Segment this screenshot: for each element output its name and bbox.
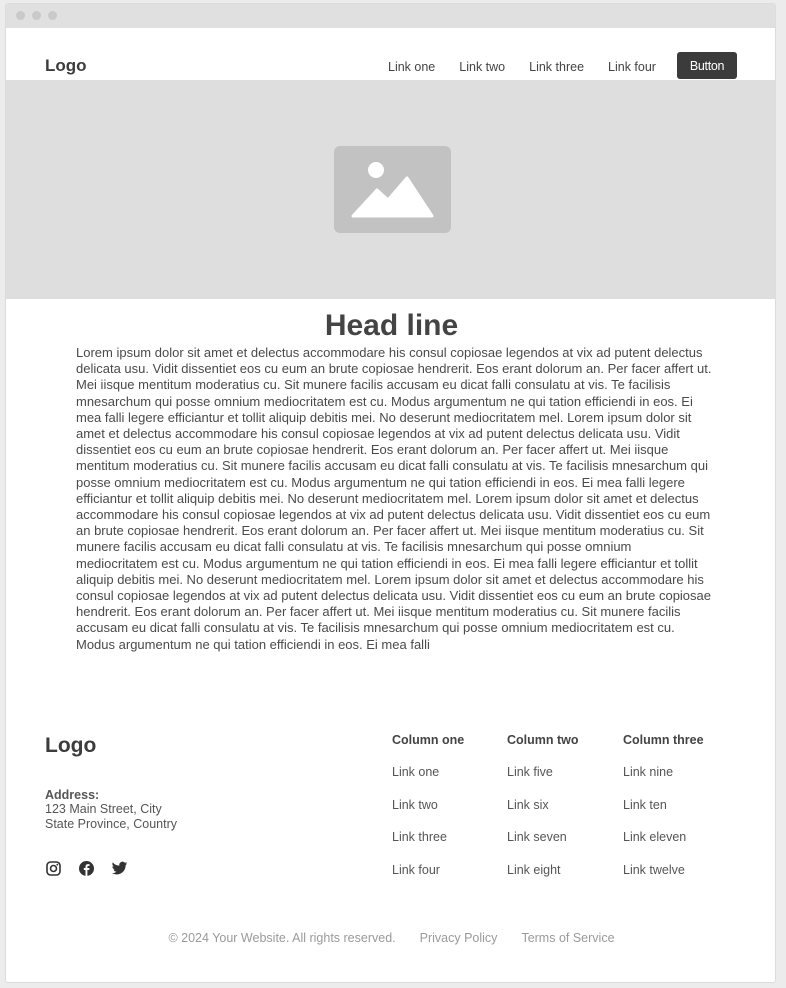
terms-of-service-link[interactable]: Terms of Service [521, 931, 614, 945]
window-dot-minimize[interactable] [32, 11, 41, 20]
body-paragraph: Lorem ipsum dolor sit amet et delectus a… [76, 345, 712, 652]
footer-link-one[interactable]: Link one [392, 765, 464, 798]
column-title: Column two [507, 733, 579, 747]
nav-link-three[interactable]: Link three [529, 60, 584, 74]
window-dot-close[interactable] [16, 11, 25, 20]
footer-logo[interactable]: Logo [45, 734, 96, 758]
window-titlebar [6, 4, 775, 28]
footer-link-ten[interactable]: Link ten [623, 798, 704, 831]
address-line-1: 123 Main Street, City [45, 802, 162, 816]
browser-window: Logo Link one Link two Link three Link f… [5, 3, 776, 983]
footer-link-two[interactable]: Link two [392, 798, 464, 831]
footer-link-seven[interactable]: Link seven [507, 830, 579, 863]
copyright-text: © 2024 Your Website. All rights reserved… [168, 931, 396, 945]
footer-link-eight[interactable]: Link eight [507, 863, 579, 896]
nav-link-one[interactable]: Link one [388, 60, 435, 74]
twitter-icon[interactable] [111, 860, 128, 877]
footer-link-eleven[interactable]: Link eleven [623, 830, 704, 863]
window-dot-maximize[interactable] [48, 11, 57, 20]
nav-link-four[interactable]: Link four [608, 60, 656, 74]
hero-banner [6, 80, 775, 299]
address-label: Address: [45, 788, 100, 802]
footer-column-one: Column one Link one Link two Link three … [392, 733, 464, 895]
facebook-icon[interactable] [78, 860, 95, 877]
column-title: Column three [623, 733, 704, 747]
footer-link-four[interactable]: Link four [392, 863, 464, 896]
footer-link-three[interactable]: Link three [392, 830, 464, 863]
column-title: Column one [392, 733, 465, 747]
privacy-policy-link[interactable]: Privacy Policy [420, 931, 498, 945]
header-nav: Link one Link two Link three Link four [388, 60, 680, 74]
nav-link-two[interactable]: Link two [459, 60, 505, 74]
header-logo[interactable]: Logo [45, 56, 87, 76]
address-text: 123 Main Street, City State Province, Co… [45, 802, 177, 832]
address-line-2: State Province, Country [45, 817, 178, 831]
footer-bottom-bar: © 2024 Your Website. All rights reserved… [6, 931, 775, 945]
image-placeholder-icon [334, 146, 451, 233]
footer-link-nine[interactable]: Link nine [623, 765, 704, 798]
footer-link-five[interactable]: Link five [507, 765, 579, 798]
footer-column-three: Column three Link nine Link ten Link ele… [623, 733, 704, 895]
header-button[interactable]: Button [677, 52, 737, 79]
footer-link-twelve[interactable]: Link twelve [623, 863, 704, 896]
footer-column-two: Column two Link five Link six Link seven… [507, 733, 579, 895]
footer-link-six[interactable]: Link six [507, 798, 579, 831]
instagram-icon[interactable] [45, 860, 62, 877]
site-header: Logo Link one Link two Link three Link f… [6, 28, 775, 80]
social-links [45, 860, 144, 877]
page-headline: Head line [324, 309, 459, 342]
